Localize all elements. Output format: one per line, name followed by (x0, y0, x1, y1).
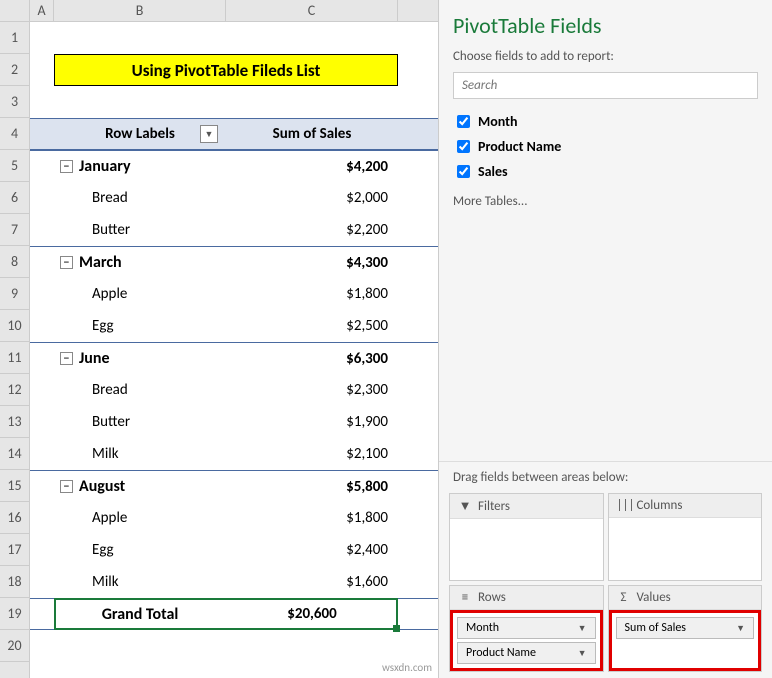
month-row: −June$6,300 (30, 342, 438, 374)
row-header[interactable]: 7 (0, 214, 29, 246)
filter-icon: ▼ (458, 498, 472, 514)
collapse-icon[interactable]: − (60, 256, 73, 269)
row-header[interactable]: 15 (0, 470, 29, 502)
month-row: −March$4,300 (30, 246, 438, 278)
row-header[interactable]: 16 (0, 502, 29, 534)
drop-areas: ▼ Filters ||| Columns ≡ Rows Month▼ Product … (439, 493, 772, 678)
chevron-down-icon[interactable]: ▼ (736, 623, 745, 634)
row-headers: 1234567891011121314151617181920 (0, 22, 30, 678)
row-header[interactable]: 13 (0, 406, 29, 438)
rows-area[interactable]: ≡ Rows Month▼ Product Name▼ (449, 585, 604, 672)
rows-label: Rows (478, 590, 506, 605)
field-item[interactable]: Month (453, 109, 758, 134)
column-headers: A B C (0, 0, 438, 22)
row-header[interactable]: 20 (0, 630, 29, 662)
field-label: Sales (478, 163, 508, 180)
field-item[interactable]: Sales (453, 159, 758, 184)
grand-total-row: Grand Total$20,600 (30, 598, 438, 630)
area-chip[interactable]: Product Name▼ (457, 642, 596, 664)
month-row: −January$4,200 (30, 150, 438, 182)
row-header[interactable]: 1 (0, 22, 29, 54)
collapse-icon[interactable]: − (60, 160, 73, 173)
item-row: Bread$2,000 (30, 182, 438, 214)
month-row: −August$5,800 (30, 470, 438, 502)
col-header-c[interactable]: C (226, 0, 398, 21)
col-header-a[interactable]: A (30, 0, 54, 21)
row-header[interactable]: 9 (0, 278, 29, 310)
row-header[interactable]: 5 (0, 150, 29, 182)
pivot-fields-pane: PivotTable Fields Choose fields to add t… (438, 0, 772, 678)
row-header[interactable]: 8 (0, 246, 29, 278)
pivot-header-row: Row Labels▼Sum of Sales (30, 118, 438, 150)
filters-label: Filters (478, 499, 510, 514)
row-labels-dropdown[interactable]: ▼ (200, 125, 218, 143)
spreadsheet-area: A B C 1234567891011121314151617181920 Us… (0, 0, 438, 678)
item-row: Egg$2,500 (30, 310, 438, 342)
area-chip[interactable]: Sum of Sales▼ (616, 617, 755, 639)
row-header[interactable]: 17 (0, 534, 29, 566)
item-row: Butter$1,900 (30, 406, 438, 438)
row-header[interactable]: 19 (0, 598, 29, 630)
search-input[interactable] (453, 72, 758, 99)
pane-title: PivotTable Fields (439, 4, 772, 49)
field-item[interactable]: Product Name (453, 134, 758, 159)
item-row: Egg$2,400 (30, 534, 438, 566)
values-area[interactable]: Σ Values Sum of Sales▼ (608, 585, 763, 672)
row-header[interactable]: 18 (0, 566, 29, 598)
row-header[interactable]: 2 (0, 54, 29, 86)
item-row: Apple$1,800 (30, 278, 438, 310)
row-header[interactable]: 11 (0, 342, 29, 374)
field-checkbox[interactable] (457, 115, 470, 128)
row-header[interactable]: 12 (0, 374, 29, 406)
title-row: Using PivotTable Fileds List (30, 54, 438, 86)
item-row: Bread$2,300 (30, 374, 438, 406)
drag-label: Drag fields between areas below: (439, 461, 772, 493)
rows-icon: ≡ (458, 590, 472, 605)
field-label: Product Name (478, 138, 561, 155)
chevron-down-icon[interactable]: ▼ (578, 623, 587, 634)
row-header[interactable]: 4 (0, 118, 29, 150)
row-header[interactable]: 6 (0, 182, 29, 214)
collapse-icon[interactable]: − (60, 480, 73, 493)
area-chip[interactable]: Month▼ (457, 617, 596, 639)
filters-area[interactable]: ▼ Filters (449, 493, 604, 581)
field-checkbox[interactable] (457, 140, 470, 153)
values-label: Values (637, 590, 671, 605)
cells-area[interactable]: Using PivotTable Fileds List Row Labels▼S… (30, 22, 438, 678)
row-header[interactable]: 14 (0, 438, 29, 470)
more-tables-link[interactable]: More Tables... (439, 184, 772, 219)
watermark: wsxdn.com (382, 661, 432, 674)
item-row: Butter$2,200 (30, 214, 438, 246)
row-header[interactable]: 10 (0, 310, 29, 342)
field-label: Month (478, 113, 518, 130)
sigma-icon: Σ (617, 590, 631, 605)
select-all-corner[interactable] (0, 0, 30, 21)
col-header-b[interactable]: B (54, 0, 226, 21)
columns-icon: ||| (617, 498, 631, 513)
search-box[interactable] (453, 72, 758, 99)
row-header[interactable]: 3 (0, 86, 29, 118)
item-row: Apple$1,800 (30, 502, 438, 534)
item-row: Milk$1,600 (30, 566, 438, 598)
columns-label: Columns (637, 498, 683, 513)
field-list: Month Product Name Sales (439, 109, 772, 184)
collapse-icon[interactable]: − (60, 352, 73, 365)
pane-subtitle: Choose fields to add to report: (439, 49, 772, 72)
item-row: Milk$2,100 (30, 438, 438, 470)
chevron-down-icon[interactable]: ▼ (578, 648, 587, 659)
field-checkbox[interactable] (457, 165, 470, 178)
columns-area[interactable]: ||| Columns (608, 493, 763, 581)
